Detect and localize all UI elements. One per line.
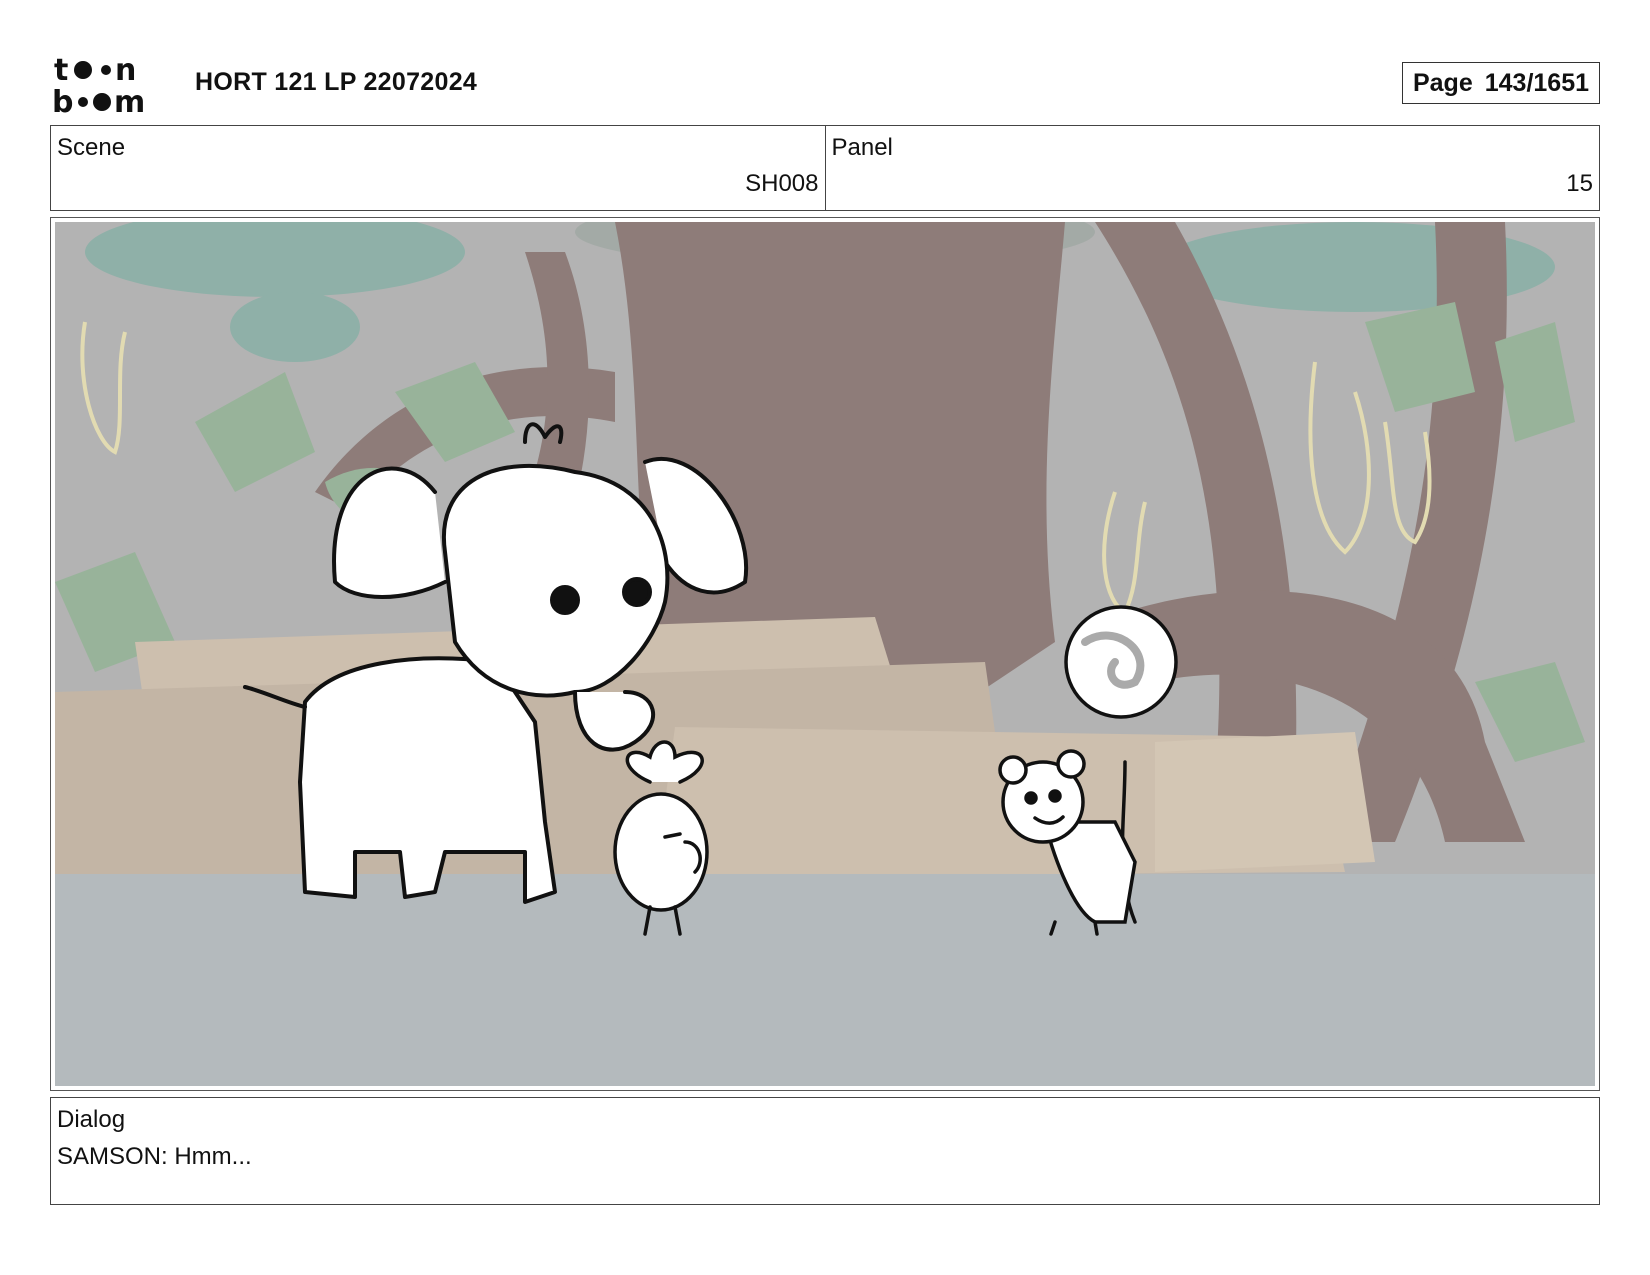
storyboard-panel (50, 217, 1600, 1091)
page-indicator: Page 143/1651 (1402, 62, 1600, 104)
project-title: HORT 121 LP 22072024 (195, 68, 478, 96)
scene-label: Scene (57, 134, 126, 161)
dialog-text: SAMSON: Hmm... (57, 1143, 252, 1170)
scene-cell: Scene SH008 (51, 126, 825, 210)
ground (55, 874, 1595, 1086)
panel-artwork (55, 222, 1595, 1086)
panel-label: Panel (831, 134, 893, 161)
toonboom-logo: t n b m (52, 53, 145, 116)
scene-value: SH008 (745, 170, 819, 197)
dialog-section: Dialog SAMSON: Hmm... (50, 1097, 1600, 1205)
page-label: Page (1412, 68, 1473, 97)
svg-text:m: m (114, 85, 145, 116)
page-number: 143/1651 (1484, 68, 1590, 97)
panel-cell: Panel 15 (824, 126, 1600, 210)
svg-text:t: t (54, 53, 68, 88)
svg-text:n: n (115, 53, 136, 88)
dialog-label: Dialog (57, 1106, 126, 1133)
scene-panel-info: Scene SH008 Panel 15 (50, 125, 1600, 211)
svg-text:b: b (52, 85, 73, 116)
panel-value: 15 (1566, 170, 1593, 197)
